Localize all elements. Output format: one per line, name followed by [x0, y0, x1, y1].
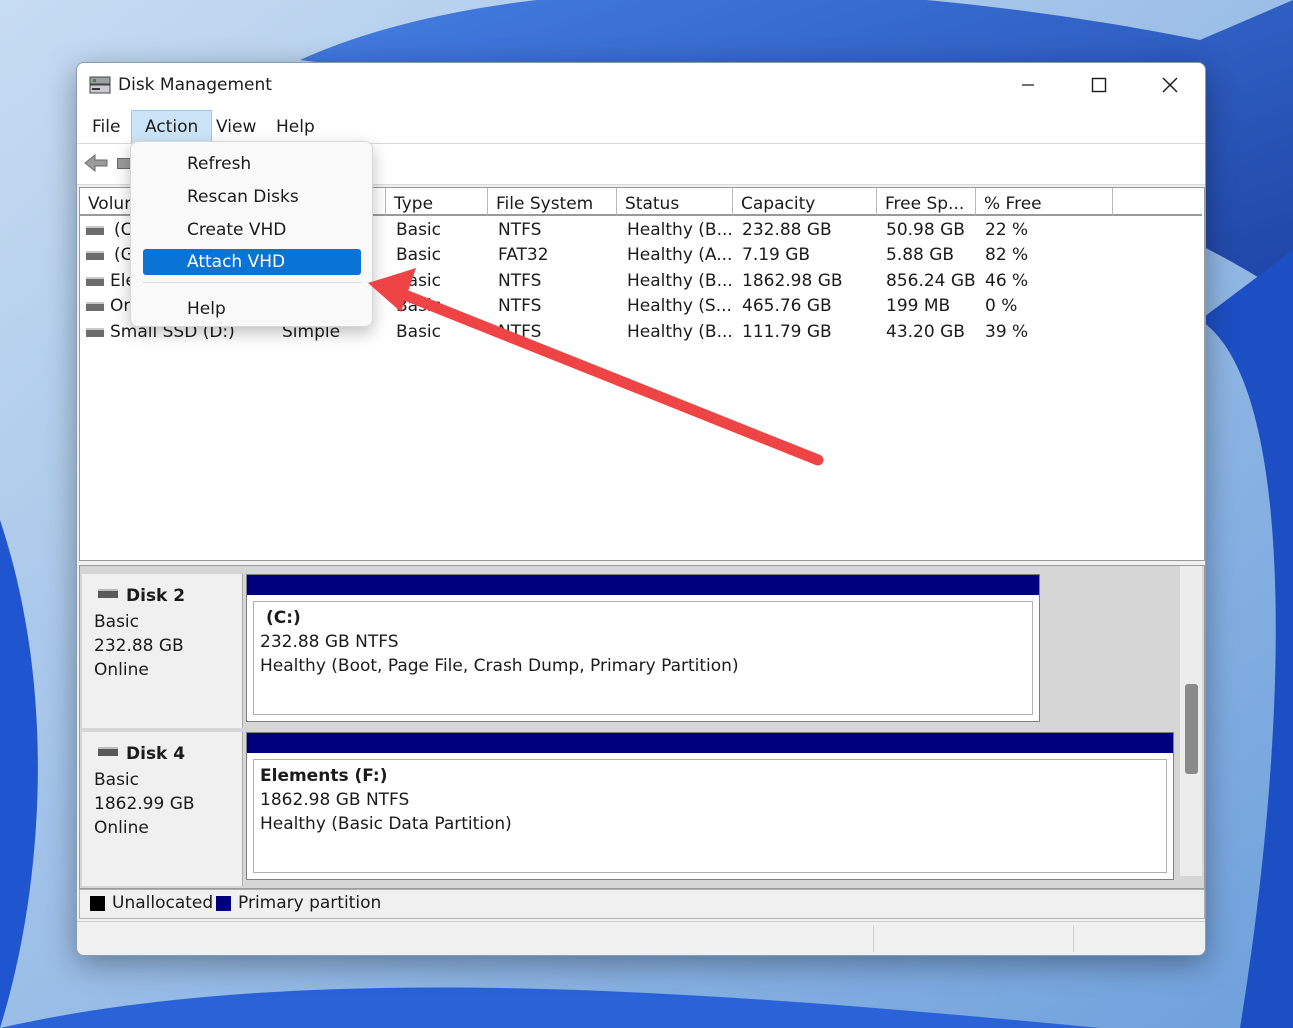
cell-type: Basic: [396, 296, 442, 316]
vertical-scrollbar[interactable]: [1180, 566, 1202, 876]
disk-graphical-view: Disk 2 Basic 232.88 GB Online (C:) 232.8…: [79, 565, 1205, 889]
minimize-icon: [1022, 84, 1034, 86]
partition-status: Healthy (Basic Data Partition): [260, 814, 512, 834]
partition-size: 1862.98 GB NTFS: [260, 790, 410, 810]
cell-type: Basic: [396, 322, 442, 342]
disk-type: Basic: [94, 770, 140, 790]
cell-file-system: NTFS: [498, 220, 542, 240]
menu-item-refresh[interactable]: Refresh: [143, 151, 361, 177]
window-title: Disk Management: [118, 75, 272, 95]
primary-partition-swatch: [216, 896, 231, 911]
disk-state: Online: [94, 660, 149, 680]
cell-status: Healthy (A...: [627, 245, 733, 265]
disk-type: Basic: [94, 612, 140, 632]
drive-icon: [98, 589, 118, 598]
cell-file-system: FAT32: [498, 245, 549, 265]
cell-capacity: 7.19 GB: [742, 245, 811, 265]
drive-icon: [86, 226, 104, 235]
cell-capacity: 465.76 GB: [742, 296, 832, 316]
menu-item-rescan-disks[interactable]: Rescan Disks: [143, 184, 361, 210]
cell-type: Basic: [396, 271, 442, 291]
cell-status: Healthy (S...: [627, 296, 732, 316]
cell-file-system: NTFS: [498, 296, 542, 316]
maximize-icon: [1091, 77, 1107, 93]
cell-type: Basic: [396, 245, 442, 265]
cell-capacity: 111.79 GB: [742, 322, 832, 342]
cell-status: Healthy (B...: [627, 271, 733, 291]
menu-item-create-vhd[interactable]: Create VHD: [143, 217, 361, 243]
drive-icon: [86, 302, 104, 311]
partition-title: (C:): [266, 608, 301, 628]
menu-help[interactable]: Help: [263, 113, 328, 141]
cell-free-space: 856.24 GB: [886, 271, 976, 291]
cell-capacity: 232.88 GB: [742, 220, 832, 240]
menu-file[interactable]: File: [79, 113, 133, 141]
column-header-percent-free[interactable]: % Free: [976, 188, 1113, 216]
menu-view[interactable]: View: [203, 113, 269, 141]
cell-status: Healthy (B...: [627, 220, 733, 240]
cell-percent-free: 82 %: [985, 245, 1029, 265]
cell-percent-free: 0 %: [985, 296, 1018, 316]
legend: Unallocated Primary partition: [79, 889, 1205, 919]
drive-icon: [98, 747, 118, 756]
cell-volume: Or: [110, 296, 131, 316]
drive-icon: [86, 277, 104, 286]
disk-size: 232.88 GB: [94, 636, 184, 656]
cell-percent-free: 22 %: [985, 220, 1029, 240]
legend-unallocated: Unallocated: [112, 893, 214, 913]
cell-capacity: 1862.98 GB: [742, 271, 843, 291]
primary-partition-bar: [247, 575, 1039, 595]
menu-item-help[interactable]: Help: [143, 296, 361, 322]
partition-status: Healthy (Boot, Page File, Crash Dump, Pr…: [260, 656, 739, 676]
cell-file-system: NTFS: [498, 271, 542, 291]
partition-title: Elements (F:): [260, 766, 388, 786]
cell-percent-free: 46 %: [985, 271, 1029, 291]
disk-state: Online: [94, 818, 149, 838]
column-header-capacity[interactable]: Capacity: [733, 188, 877, 216]
partition-details: (C:) 232.88 GB NTFS Healthy (Boot, Page …: [253, 601, 1033, 715]
column-header-free-space[interactable]: Free Sp...: [877, 188, 976, 216]
partition-size: 232.88 GB NTFS: [260, 632, 399, 652]
menu-action[interactable]: Action: [131, 110, 213, 144]
cell-percent-free: 39 %: [985, 322, 1029, 342]
drive-icon: [86, 328, 104, 337]
partition-c[interactable]: (C:) 232.88 GB NTFS Healthy (Boot, Page …: [246, 574, 1040, 722]
cell-status: Healthy (B...: [627, 322, 733, 342]
scrollbar-thumb[interactable]: [1185, 684, 1198, 774]
menu-separator: [143, 282, 361, 283]
disk-label-disk-2[interactable]: Disk 2 Basic 232.88 GB Online: [82, 574, 243, 728]
menu-item-attach-vhd[interactable]: Attach VHD: [143, 249, 361, 275]
maximize-button[interactable]: [1064, 63, 1134, 107]
primary-partition-bar: [247, 733, 1173, 753]
column-header-filler: [1113, 188, 1202, 216]
cell-free-space: 199 MB: [886, 296, 951, 316]
cell-free-space: 5.88 GB: [886, 245, 955, 265]
disk-size: 1862.99 GB: [94, 794, 195, 814]
back-arrow-icon[interactable]: [83, 152, 109, 174]
column-header-type[interactable]: Type: [386, 188, 488, 216]
action-menu: Refresh Rescan Disks Create VHD Attach V…: [130, 141, 373, 327]
partition-details: Elements (F:) 1862.98 GB NTFS Healthy (B…: [253, 759, 1167, 873]
column-header-file-system[interactable]: File System: [488, 188, 617, 216]
column-header-status[interactable]: Status: [617, 188, 733, 216]
partition-f[interactable]: Elements (F:) 1862.98 GB NTFS Healthy (B…: [246, 732, 1174, 880]
disk-name: Disk 4: [126, 744, 186, 764]
legend-primary-partition: Primary partition: [238, 893, 382, 913]
disk-name: Disk 2: [126, 586, 186, 606]
status-bar: [77, 921, 1205, 955]
disk-label-disk-4[interactable]: Disk 4 Basic 1862.99 GB Online: [82, 732, 243, 886]
cell-file-system: NTFS: [498, 322, 542, 342]
unallocated-swatch: [90, 896, 105, 911]
close-icon: [1162, 77, 1178, 93]
drive-icon: [86, 251, 104, 260]
close-button[interactable]: [1135, 63, 1205, 107]
cell-free-space: 50.98 GB: [886, 220, 965, 240]
menu-bar: File Action View Help: [77, 107, 1205, 144]
cell-type: Basic: [396, 220, 442, 240]
minimize-button[interactable]: [993, 63, 1063, 107]
disk-management-icon: [89, 76, 111, 94]
cell-free-space: 43.20 GB: [886, 322, 965, 342]
title-bar[interactable]: Disk Management: [77, 63, 1205, 107]
